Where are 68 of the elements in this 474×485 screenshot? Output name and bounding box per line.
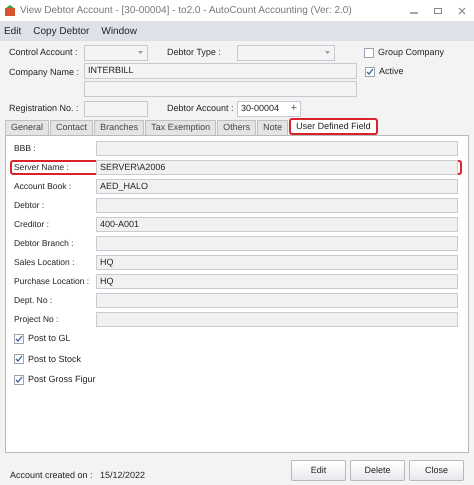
tab[interactable]: Tax Exemption <box>145 120 216 135</box>
dropdown-field[interactable] <box>84 44 148 60</box>
checkbox-label: Active <box>379 65 404 78</box>
field-label: Purchase Location : <box>14 275 90 288</box>
checkbox[interactable] <box>364 48 374 58</box>
text-field[interactable]: SERVER\A2006 <box>96 160 458 175</box>
text-field[interactable] <box>96 198 458 213</box>
app-icon <box>4 4 16 16</box>
checkbox[interactable] <box>14 334 24 344</box>
text-field[interactable]: HQ <box>96 274 458 289</box>
checkbox-label: Post to Stock <box>28 352 82 366</box>
field-label: Control Account : <box>9 46 79 59</box>
text-field[interactable] <box>96 236 458 251</box>
caret-icon <box>325 51 330 54</box>
action-button[interactable]: Delete <box>350 460 405 482</box>
field-label: Account Book : <box>14 180 72 193</box>
field-label: Company Name : <box>9 66 80 79</box>
check-icon <box>366 68 374 76</box>
field-label: Sales Location : <box>14 256 76 269</box>
caret-icon <box>138 51 143 54</box>
field-label: Debtor Branch : <box>14 237 75 250</box>
field-label: Debtor : <box>14 199 46 212</box>
tab[interactable]: Contact <box>50 120 94 135</box>
field-value: 30-00004 <box>241 102 280 115</box>
field-label: Debtor Type : <box>167 46 222 59</box>
company-name-field[interactable] <box>84 81 357 97</box>
checkbox-label: Post Gross Figur <box>28 373 96 386</box>
action-button[interactable]: Close <box>409 460 464 482</box>
menu-item[interactable]: Window <box>101 24 137 39</box>
text-field[interactable]: HQ <box>96 255 458 270</box>
check-icon <box>15 376 23 384</box>
field-label: Creditor : <box>14 218 50 231</box>
registration-field[interactable] <box>84 100 148 116</box>
text-field[interactable]: 400-A001 <box>96 217 458 232</box>
text-field[interactable] <box>96 312 458 327</box>
company-name-field[interactable]: INTERBILL <box>84 63 357 79</box>
menu-item[interactable]: Edit <box>4 24 22 39</box>
text-field[interactable] <box>96 141 458 156</box>
field-label: Dept. No : <box>14 294 54 307</box>
field-label: Registration No. : <box>9 102 80 115</box>
text-field[interactable]: AED_HALO <box>96 179 458 194</box>
field-label: BBB : <box>14 142 37 155</box>
add-button[interactable]: + <box>290 103 297 114</box>
checkbox-label: Post to GL <box>28 332 71 345</box>
tab[interactable]: Branches <box>94 120 144 135</box>
debtor-account-field[interactable]: 30-00004 + <box>237 100 301 116</box>
field-label: Server Name : <box>14 161 70 174</box>
created-label: Account created on : <box>10 469 94 482</box>
action-button[interactable]: Edit <box>291 460 346 482</box>
checkbox[interactable] <box>14 374 24 385</box>
dropdown-field[interactable] <box>237 44 335 60</box>
window-title: View Debtor Account - [30-00004] - to2.0 - AutoCount Accounting (Ver: 2.0) <box>20 4 352 18</box>
tab[interactable]: User Defined Field <box>289 118 378 135</box>
created-date: 15/12/2022 <box>100 469 146 482</box>
maximize-icon[interactable] <box>434 6 442 14</box>
check-icon <box>15 334 23 343</box>
close-icon[interactable] <box>458 6 466 14</box>
text-field[interactable] <box>96 293 458 308</box>
menu-item[interactable]: Copy Debtor <box>33 24 90 39</box>
checkbox-label: Group Company <box>378 46 444 59</box>
check-icon <box>15 355 23 364</box>
tab[interactable]: Note <box>257 120 288 135</box>
tab[interactable]: Others <box>217 120 256 135</box>
checkbox[interactable] <box>14 354 24 364</box>
tab[interactable]: General <box>5 120 50 135</box>
checkbox[interactable] <box>365 66 375 77</box>
field-label: Debtor Account : <box>167 102 235 115</box>
field-label: Project No : <box>14 313 60 326</box>
